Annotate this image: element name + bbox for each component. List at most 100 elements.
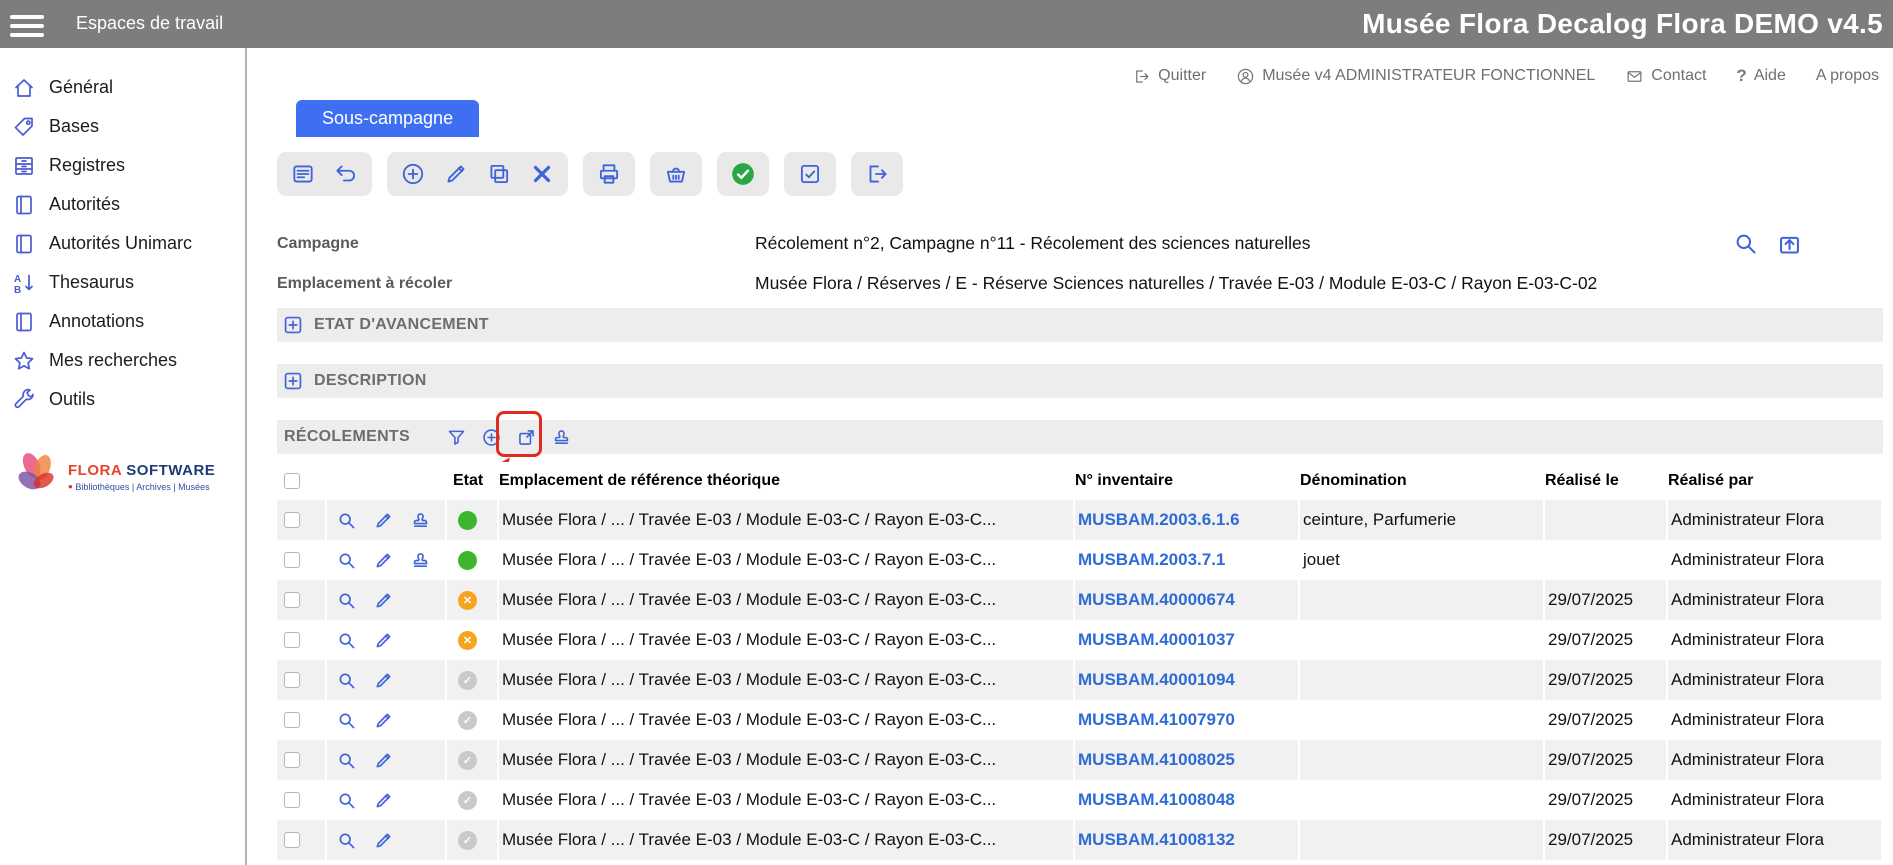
denomination-cell (1300, 620, 1545, 660)
inventory-link[interactable]: MUSBAM.2003.6.1.6 (1075, 510, 1240, 530)
stamp-icon[interactable] (551, 427, 572, 448)
search-icon[interactable] (1732, 230, 1759, 257)
table-row: Musée Flora / ... / Travée E-03 / Module… (277, 540, 1883, 580)
list-view-icon[interactable] (290, 161, 316, 187)
expand-icon[interactable] (284, 316, 302, 334)
view-record-icon[interactable] (336, 710, 357, 731)
add-icon[interactable] (400, 161, 426, 187)
row-checkbox[interactable] (284, 672, 300, 688)
row-checkbox[interactable] (284, 552, 300, 568)
view-record-icon[interactable] (336, 750, 357, 771)
edit-record-icon[interactable] (373, 630, 394, 651)
inventory-link[interactable]: MUSBAM.41007970 (1075, 710, 1235, 730)
session-bar: Quitter Musée v4 ADMINISTRATEUR FONCTION… (1132, 66, 1879, 86)
copy-icon[interactable] (486, 161, 512, 187)
toolbar-button-print[interactable] (583, 152, 635, 196)
row-checkbox[interactable] (284, 592, 300, 608)
workspace-label[interactable]: Espaces de travail (76, 13, 223, 34)
sidebar-item-label: Outils (49, 389, 95, 410)
row-actions-cell (327, 540, 447, 580)
sidebar-item-thesaurus[interactable]: AB Thesaurus (0, 263, 245, 302)
emplacement-cell: Musée Flora / ... / Travée E-03 / Module… (499, 660, 1075, 700)
sidebar-item-registres[interactable]: Registres (0, 146, 245, 185)
flora-software-logo: FLORA SOFTWARE ● Bibliothèques | Archive… (10, 448, 215, 505)
logo-dot-icon: ● (68, 482, 73, 491)
view-record-icon[interactable] (336, 630, 357, 651)
inventory-link[interactable]: MUSBAM.2003.7.1 (1075, 550, 1225, 570)
sidebar-item-autorites[interactable]: Autorités (0, 185, 245, 224)
view-record-icon[interactable] (336, 510, 357, 531)
add-recolement-icon[interactable] (481, 427, 502, 448)
edit-record-icon[interactable] (373, 590, 394, 611)
view-record-icon[interactable] (336, 830, 357, 851)
sidebar-item-label: Registres (49, 155, 125, 176)
row-checkbox[interactable] (284, 832, 300, 848)
edit-record-icon[interactable] (373, 670, 394, 691)
edit-record-icon[interactable] (373, 510, 394, 531)
sidebar-item-general[interactable]: Général (0, 68, 245, 107)
inventory-link[interactable]: MUSBAM.40001094 (1075, 670, 1235, 690)
filter-icon[interactable] (446, 427, 467, 448)
undo-icon[interactable] (333, 161, 359, 187)
open-external-icon[interactable] (516, 427, 537, 448)
svg-text:A: A (14, 274, 21, 285)
edit-record-icon[interactable] (373, 710, 394, 731)
view-record-icon[interactable] (336, 590, 357, 611)
sidebar-item-annotations[interactable]: Annotations (0, 302, 245, 341)
edit-icon[interactable] (443, 161, 469, 187)
edit-record-icon[interactable] (373, 550, 394, 571)
book-icon (12, 232, 36, 256)
about-button[interactable]: A propos (1816, 67, 1879, 85)
contact-label: Contact (1651, 67, 1706, 85)
inventory-link[interactable]: MUSBAM.41008025 (1075, 750, 1235, 770)
inventory-link[interactable]: MUSBAM.41008048 (1075, 790, 1235, 810)
row-checkbox[interactable] (284, 752, 300, 768)
user-menu[interactable]: Musée v4 ADMINISTRATEUR FONCTIONNEL (1236, 67, 1595, 86)
section-title: ETAT D'AVANCEMENT (314, 316, 489, 334)
emplacement-cell: Musée Flora / ... / Travée E-03 / Module… (499, 540, 1075, 580)
sidebar-item-outils[interactable]: Outils (0, 380, 245, 419)
sidebar-item-bases[interactable]: Bases (0, 107, 245, 146)
open-window-icon[interactable] (1776, 230, 1803, 257)
row-checkbox[interactable] (284, 712, 300, 728)
toolbar-button-export[interactable] (851, 152, 903, 196)
expand-icon[interactable] (284, 372, 302, 390)
view-record-icon[interactable] (336, 550, 357, 571)
quit-button[interactable]: Quitter (1132, 67, 1206, 86)
section-etat-avancement[interactable]: ETAT D'AVANCEMENT (277, 308, 1883, 342)
status-cell: ✕ (447, 620, 499, 660)
sidebar-item-autorites-unimarc[interactable]: Autorités Unimarc (0, 224, 245, 263)
delete-icon[interactable] (529, 161, 555, 187)
edit-record-icon[interactable] (373, 750, 394, 771)
row-checkbox[interactable] (284, 512, 300, 528)
stamp-record-icon[interactable] (410, 550, 431, 571)
row-checkbox[interactable] (284, 792, 300, 808)
sidebar-item-mes-recherches[interactable]: Mes recherches (0, 341, 245, 380)
view-record-icon[interactable] (336, 790, 357, 811)
help-button[interactable]: ? Aide (1736, 66, 1785, 86)
edit-record-icon[interactable] (373, 790, 394, 811)
inventaire-cell: MUSBAM.41008048 (1075, 780, 1300, 820)
select-all-checkbox[interactable] (284, 473, 300, 489)
toolbar-button-check[interactable] (784, 152, 836, 196)
empty-action-slot (410, 710, 431, 731)
tab-sous-campagne[interactable]: Sous-campagne (296, 100, 479, 137)
row-checkbox[interactable] (284, 632, 300, 648)
inventory-link[interactable]: MUSBAM.40000674 (1075, 590, 1235, 610)
section-recolements: RÉCOLEMENTS (277, 420, 1883, 454)
inventaire-cell: MUSBAM.40000674 (1075, 580, 1300, 620)
toolbar-button-validate[interactable] (717, 152, 769, 196)
inventory-link[interactable]: MUSBAM.41008132 (1075, 830, 1235, 850)
section-description[interactable]: DESCRIPTION (277, 364, 1883, 398)
stamp-record-icon[interactable] (410, 510, 431, 531)
edit-record-icon[interactable] (373, 830, 394, 851)
row-checkbox-cell (277, 700, 327, 740)
view-record-icon[interactable] (336, 670, 357, 691)
status-cell: ✓ (447, 820, 499, 860)
basket-icon (663, 161, 689, 187)
realise-par-cell: Administrateur Flora (1668, 740, 1883, 780)
toolbar-button-basket[interactable] (650, 152, 702, 196)
inventory-link[interactable]: MUSBAM.40001037 (1075, 630, 1235, 650)
contact-button[interactable]: Contact (1625, 67, 1706, 86)
menu-icon[interactable] (10, 10, 46, 42)
